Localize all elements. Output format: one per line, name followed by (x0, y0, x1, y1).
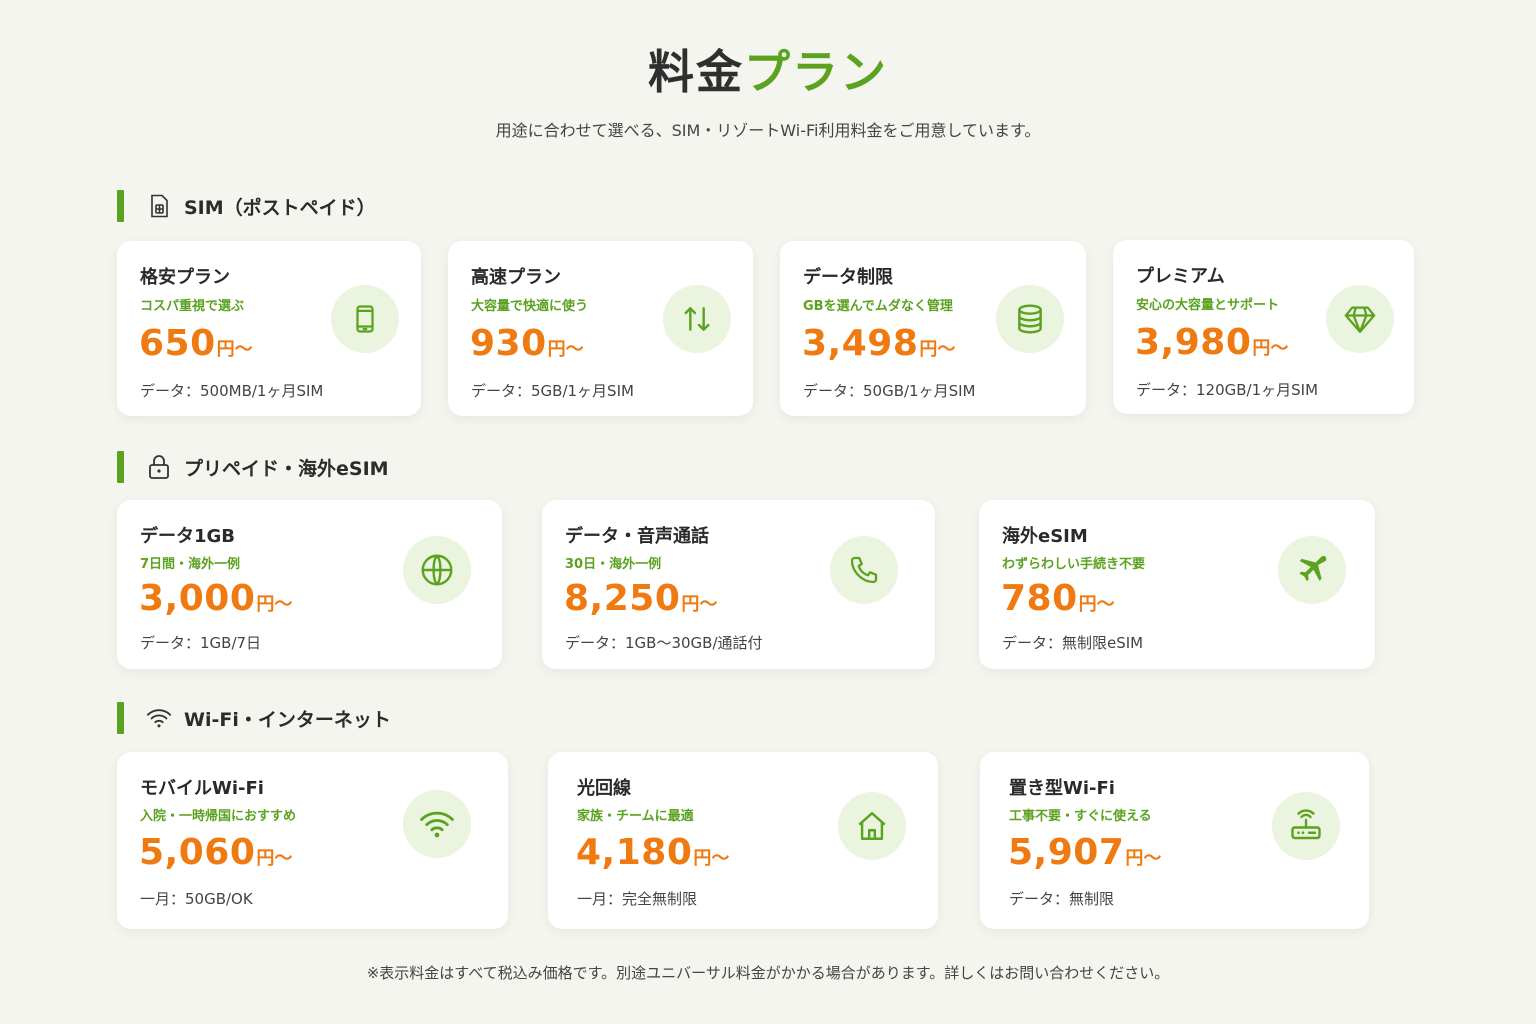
plan-price: 5,060円～ (139, 832, 292, 873)
plan-name: 光回線 (577, 778, 631, 799)
plan-detail: 一月：完全無制限 (577, 890, 698, 908)
plan-card-data-voice[interactable]: データ・音声通話 30日・海外一例 8,250円～ データ：1GB～30GB/通… (542, 500, 935, 669)
plan-name: データ1GB (140, 526, 236, 547)
smartphone-icon (331, 285, 399, 353)
plan-tagline: 入院・一時帰国におすすめ (140, 809, 297, 824)
price-unit: 円～ (216, 339, 253, 360)
house-icon (838, 792, 906, 860)
plan-card-data-limit[interactable]: データ制限 GBを選んでムダなく管理 3,498円～ データ：50GB/1ヶ月S… (780, 241, 1086, 416)
plan-detail: データ：50GB/1ヶ月SIM (803, 382, 976, 400)
page-title-main: 料金 (648, 45, 744, 99)
plan-detail: データ：無制限eSIM (1002, 634, 1144, 652)
plan-price: 650円～ (139, 323, 253, 364)
plan-detail: データ：120GB/1ヶ月SIM (1136, 381, 1319, 399)
price-value: 650 (139, 323, 216, 364)
section-accent-bar (117, 190, 124, 222)
price-unit: 円～ (919, 339, 956, 360)
plan-tagline: 7日間・海外一例 (140, 557, 241, 572)
plan-price: 3,980円～ (1135, 322, 1288, 363)
database-icon (996, 285, 1064, 353)
price-value: 4,180 (576, 832, 693, 873)
plan-name: 海外eSIM (1002, 526, 1088, 547)
sim-card-icon (146, 193, 172, 219)
price-unit: 円～ (1252, 338, 1289, 359)
plan-name: 高速プラン (471, 267, 561, 288)
plan-card-overseas-esim[interactable]: 海外eSIM わずらわしい手続き不要 780円～ データ：無制限eSIM (979, 500, 1375, 669)
plan-tagline: GBを選んでムダなく管理 (803, 299, 953, 314)
plan-tagline: 家族・チームに最適 (577, 809, 694, 824)
plan-price: 780円～ (1001, 578, 1115, 619)
plan-name: モバイルWi-Fi (140, 778, 264, 799)
plan-detail: データ：500MB/1ヶ月SIM (140, 382, 324, 400)
plan-tagline: 大容量で快適に使う (471, 299, 589, 314)
plan-name: 格安プラン (140, 267, 230, 288)
price-unit: 円～ (693, 848, 730, 869)
price-value: 3,000 (139, 578, 256, 619)
router-icon (1272, 792, 1340, 860)
plan-card-data-1gb[interactable]: データ1GB 7日間・海外一例 3,000円～ データ：1GB/7日 (117, 500, 502, 669)
plan-tagline: 安心の大容量とサポート (1136, 298, 1280, 313)
page-title: 料金プラン (0, 44, 1536, 100)
price-unit: 円～ (256, 594, 293, 615)
plan-tagline: 30日・海外一例 (565, 557, 662, 572)
plan-detail: 一月：50GB/OK (140, 890, 253, 908)
plan-tagline: コスパ重視で選ぶ (140, 299, 245, 314)
airplane-icon (1278, 536, 1346, 604)
section-wifi-internet: Wi-Fi・インターネット (117, 702, 391, 734)
price-unit: 円～ (1078, 594, 1115, 615)
price-unit: 円～ (547, 339, 584, 360)
phone-icon (830, 536, 898, 604)
plan-card-fiber[interactable]: 光回線 家族・チームに最適 4,180円～ 一月：完全無制限 (548, 752, 938, 929)
plan-card-budget[interactable]: 格安プラン コスパ重視で選ぶ 650円～ データ：500MB/1ヶ月SIM (117, 241, 421, 416)
plan-tagline: 工事不要・すぐに使える (1009, 809, 1152, 824)
section-sim-postpaid: SIM（ポストペイド） (117, 190, 376, 222)
page-title-accent: プラン (744, 45, 888, 99)
price-value: 780 (1001, 578, 1078, 619)
plan-detail: データ：無制限 (1009, 890, 1115, 908)
globe-icon (403, 536, 471, 604)
plan-detail: データ：1GB/7日 (140, 634, 262, 652)
price-unit: 円～ (681, 594, 718, 615)
wifi-icon (146, 705, 172, 731)
wifi-icon (403, 790, 471, 858)
section-accent-bar (117, 451, 124, 483)
price-value: 930 (470, 323, 547, 364)
price-value: 3,498 (802, 323, 919, 364)
lock-icon (146, 454, 172, 480)
price-unit: 円～ (1125, 848, 1162, 869)
up-down-arrows-icon (663, 285, 731, 353)
plan-detail: データ：5GB/1ヶ月SIM (471, 382, 634, 400)
plan-tagline: わずらわしい手続き不要 (1002, 557, 1146, 572)
section-title: プリペイド・海外eSIM (184, 457, 389, 480)
plan-price: 930円～ (470, 323, 584, 364)
section-title: SIM（ポストペイド） (184, 196, 376, 219)
plan-card-highspeed[interactable]: 高速プラン 大容量で快適に使う 930円～ データ：5GB/1ヶ月SIM (448, 241, 753, 416)
plan-name: 置き型Wi-Fi (1009, 778, 1115, 799)
plan-name: プレミアム (1136, 266, 1225, 287)
price-unit: 円～ (256, 848, 293, 869)
plan-name: データ制限 (803, 267, 893, 288)
plan-card-home-router[interactable]: 置き型Wi-Fi 工事不要・すぐに使える 5,907円～ データ：無制限 (980, 752, 1369, 929)
plan-price: 3,000円～ (139, 578, 292, 619)
plan-price: 8,250円～ (564, 578, 717, 619)
plan-detail: データ：1GB～30GB/通話付 (565, 634, 763, 652)
plan-card-premium[interactable]: プレミアム 安心の大容量とサポート 3,980円～ データ：120GB/1ヶ月S… (1113, 240, 1414, 414)
page-subtitle: 用途に合わせて選べる、SIM・リゾートWi-Fi利用料金をご用意しています。 (495, 121, 1041, 140)
plan-price: 4,180円～ (576, 832, 729, 873)
plan-card-mobile-wifi[interactable]: モバイルWi-Fi 入院・一時帰国におすすめ 5,060円～ 一月：50GB/O… (117, 752, 508, 929)
section-prepaid-esim: プリペイド・海外eSIM (117, 451, 389, 483)
price-footnote: ※表示料金はすべて税込み価格です。別途ユニバーサル料金がかかる場合があります。詳… (366, 964, 1170, 982)
section-accent-bar (117, 702, 124, 734)
plan-price: 3,498円～ (802, 323, 955, 364)
plan-price: 5,907円～ (1008, 832, 1161, 873)
price-value: 8,250 (564, 578, 681, 619)
plan-name: データ・音声通話 (565, 526, 709, 547)
section-title: Wi-Fi・インターネット (184, 708, 391, 731)
price-value: 5,907 (1008, 832, 1125, 873)
diamond-icon (1326, 285, 1394, 353)
price-value: 5,060 (139, 832, 256, 873)
price-value: 3,980 (1135, 322, 1252, 363)
